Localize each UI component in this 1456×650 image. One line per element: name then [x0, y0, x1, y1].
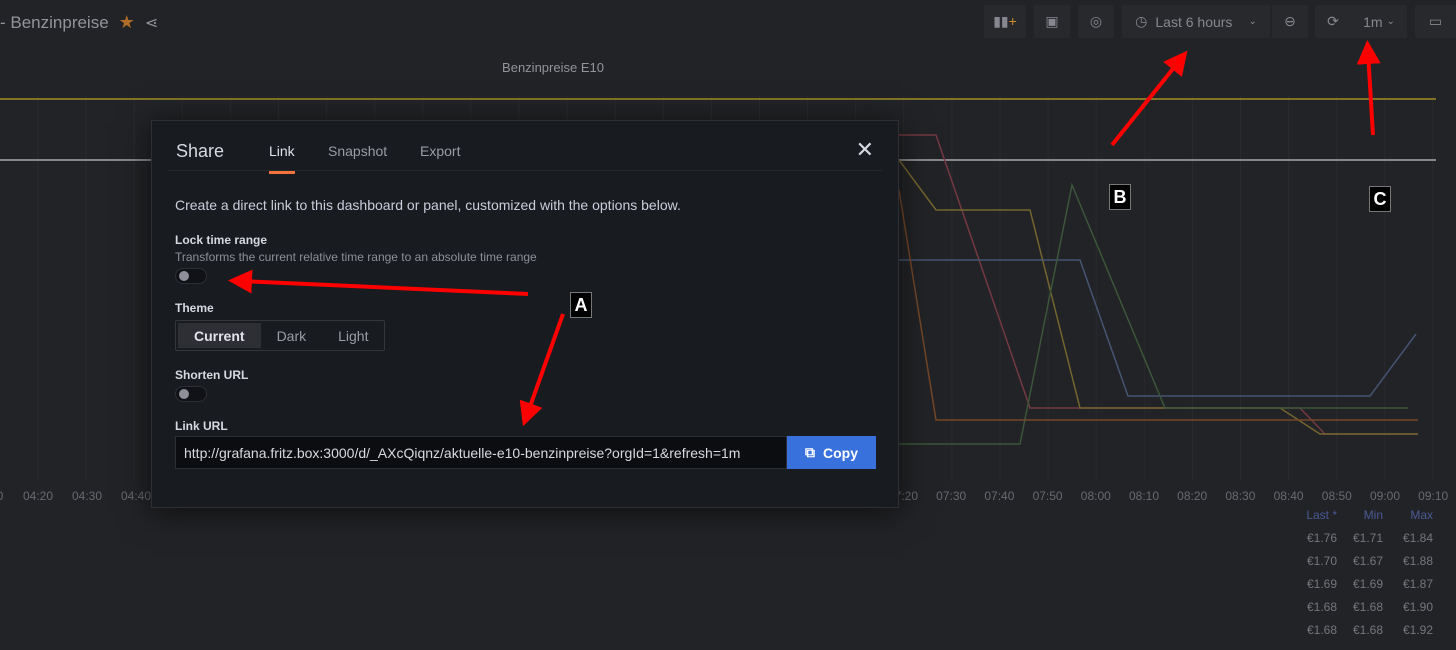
theme-label: Theme — [175, 301, 214, 315]
modal-header: Share Link Snapshot Export ✕ — [168, 121, 882, 174]
copy-label: Copy — [823, 444, 858, 461]
tab-export[interactable]: Export — [420, 143, 460, 171]
annotation-label-b: B — [1109, 184, 1131, 210]
lock-time-range-description: Transforms the current relative time ran… — [175, 250, 537, 264]
intro-text: Create a direct link to this dashboard o… — [175, 197, 681, 213]
link-url-label: Link URL — [175, 419, 228, 433]
shorten-url-label: Shorten URL — [175, 368, 249, 382]
lock-time-range-label: Lock time range — [175, 233, 268, 247]
theme-option-dark[interactable]: Dark — [261, 323, 323, 348]
lock-time-range-toggle[interactable] — [175, 268, 207, 284]
annotation-label-c: C — [1369, 186, 1391, 212]
copy-button[interactable]: ⧉ Copy — [787, 436, 876, 469]
theme-option-current[interactable]: Current — [178, 323, 261, 348]
tab-link[interactable]: Link — [269, 143, 295, 174]
tab-snapshot[interactable]: Snapshot — [328, 143, 387, 171]
theme-option-light[interactable]: Light — [322, 323, 384, 348]
link-url-input[interactable]: http://grafana.fritz.box:3000/d/_AXcQiqn… — [175, 436, 787, 469]
annotation-label-a: A — [570, 292, 592, 318]
copy-icon: ⧉ — [805, 444, 815, 460]
share-modal: Share Link Snapshot Export ✕ Create a di… — [151, 120, 899, 508]
modal-title: Share — [176, 141, 225, 161]
close-icon[interactable]: ✕ — [856, 137, 874, 163]
shorten-url-toggle[interactable] — [175, 386, 207, 402]
theme-selector: Current Dark Light — [175, 320, 385, 351]
